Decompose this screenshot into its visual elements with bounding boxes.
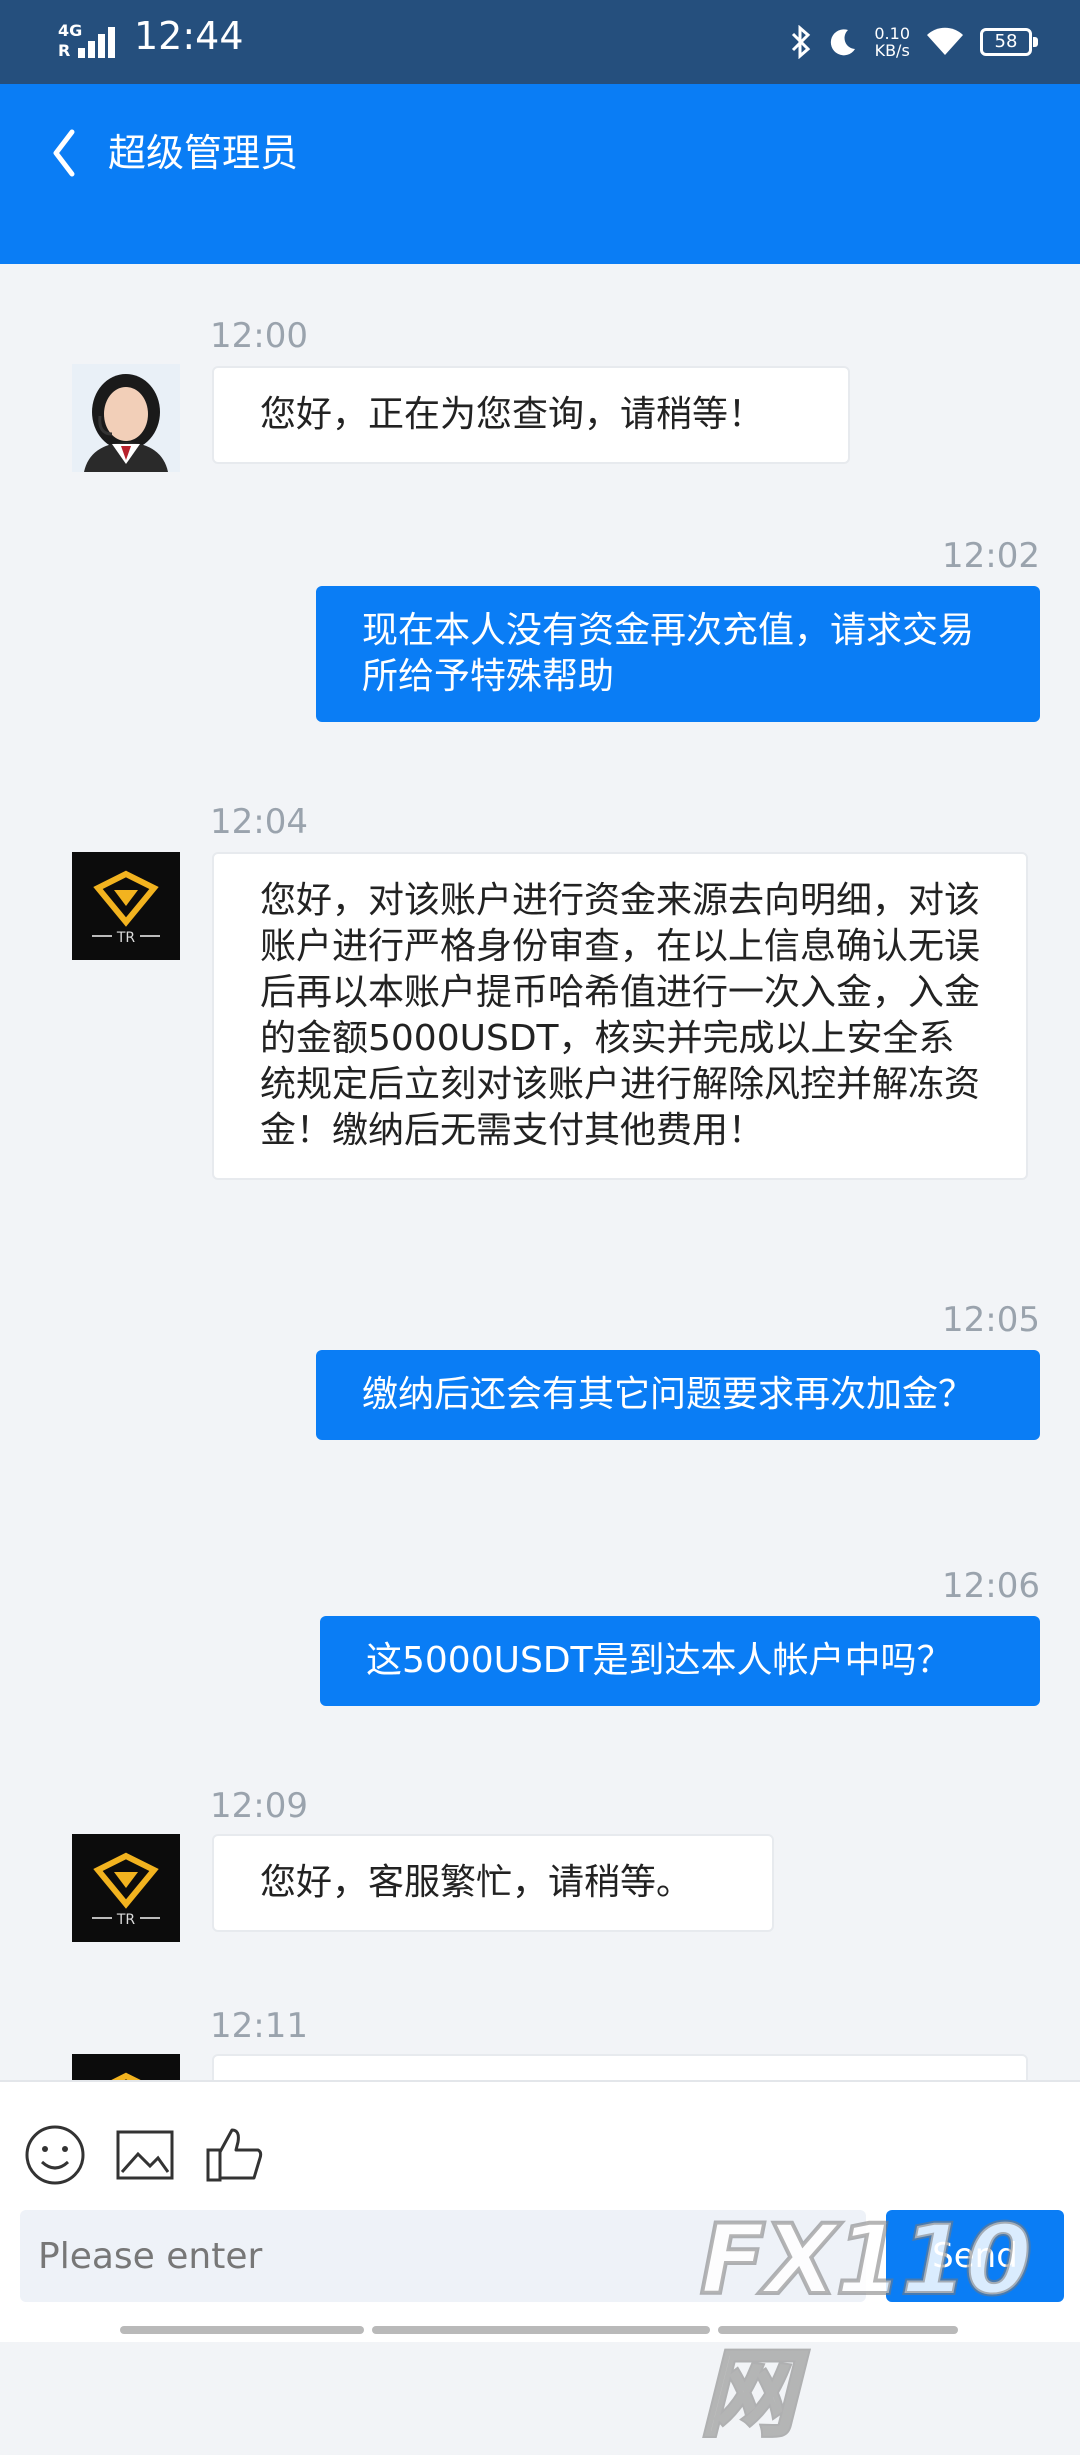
battery-indicator: 58 — [980, 28, 1038, 56]
network-speed-unit: KB/s — [874, 41, 910, 60]
incoming-message-bubble[interactable]: 您好，正在为您查询，请稍等！ — [212, 366, 850, 464]
logo-text: TR — [116, 930, 136, 946]
thumbs-up-icon[interactable] — [202, 2122, 268, 2188]
network-speed-value: 0.10 — [874, 24, 910, 43]
image-icon[interactable] — [112, 2122, 178, 2188]
message-timestamp: 12:05 — [942, 1300, 1040, 1340]
gesture-bar-segment — [120, 2326, 364, 2334]
tr-diamond-logo-icon: TR — [72, 1834, 180, 1942]
agent-photo-avatar[interactable] — [72, 364, 180, 472]
message-text: 您好，对该账户进行资金来源去向明细，对该账户进行严格身份审查，在以上信息确认无误… — [260, 880, 981, 1151]
message-text: 您好，客服繁忙，请稍等。 — [260, 1862, 693, 1903]
gesture-bar-segment — [372, 2326, 710, 2334]
tr-logo-avatar[interactable]: TR — [72, 852, 180, 960]
message-input[interactable] — [20, 2210, 866, 2302]
agent-portrait-icon — [72, 364, 180, 472]
page-title: 超级管理员 — [108, 131, 299, 175]
message-composer: Send — [0, 2080, 1080, 2342]
incoming-message-bubble[interactable]: 您好，对该账户进行资金来源去向明细，对该账户进行严格身份审查，在以上信息确认无误… — [212, 852, 1028, 1180]
message-timestamp: 12:04 — [210, 802, 308, 842]
message-timestamp: 12:11 — [210, 2006, 308, 2046]
message-text: 缴纳后还会有其它问题要求再次加金？ — [362, 1374, 975, 1415]
message-timestamp: 12:00 — [210, 316, 308, 356]
message-timestamp: 12:02 — [942, 536, 1040, 576]
outgoing-message-bubble[interactable]: 这5000USDT是到达本人帐户中吗？ — [320, 1616, 1040, 1706]
incoming-message-bubble[interactable]: 您好，客服繁忙，请稍等。 — [212, 1834, 774, 1932]
message-timestamp: 12:09 — [210, 1786, 308, 1826]
clock: 12:44 — [134, 14, 244, 58]
message-text: 这5000USDT是到达本人帐户中吗？ — [366, 1640, 953, 1681]
gesture-bar-segment — [718, 2326, 958, 2334]
emoji-icon[interactable] — [22, 2122, 88, 2188]
signal-icon — [78, 22, 124, 58]
message-timestamp: 12:06 — [942, 1566, 1040, 1606]
roaming-indicator: R — [58, 41, 71, 60]
back-chevron-icon[interactable] — [44, 118, 84, 188]
chat-message-list[interactable]: 12:00 您好，正在为您查询，请稍等！ 12:02 现在本人没有资金再次充值，… — [0, 264, 1080, 2080]
outgoing-message-bubble[interactable]: 缴纳后还会有其它问题要求再次加金？ — [316, 1350, 1040, 1440]
tr-logo-avatar[interactable]: TR — [72, 1834, 180, 1942]
message-text: 您好，正在为您查询，请稍等！ — [260, 394, 765, 435]
do-not-disturb-moon-icon — [831, 29, 856, 56]
status-bar: 4G R 12:44 0.10 KB/s 58 — [0, 0, 1080, 84]
chat-header: 超级管理员 — [0, 84, 1080, 264]
wifi-icon — [927, 27, 963, 55]
tr-diamond-logo-icon: TR — [72, 852, 180, 960]
tr-diamond-logo-icon — [72, 2054, 180, 2080]
logo-text: TR — [116, 1912, 136, 1928]
message-text: 现在本人没有资金再次充值，请求交易所给予特殊帮助 — [362, 610, 975, 697]
network-speed: 0.10 KB/s — [874, 25, 910, 59]
incoming-message-bubble[interactable] — [212, 2054, 1028, 2080]
tr-logo-avatar[interactable] — [72, 2054, 180, 2080]
outgoing-message-bubble[interactable]: 现在本人没有资金再次充值，请求交易所给予特殊帮助 — [316, 586, 1040, 722]
bluetooth-icon — [792, 25, 811, 59]
send-button[interactable]: Send — [886, 2210, 1064, 2302]
